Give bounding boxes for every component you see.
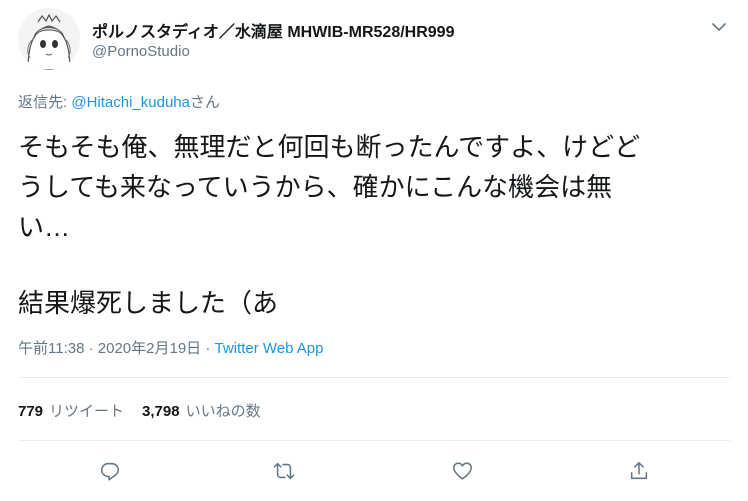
retweet-icon	[273, 462, 295, 480]
likes-label: いいねの数	[185, 403, 261, 420]
meta-separator: ·	[84, 340, 98, 357]
tweet-time[interactable]: 午前11:38	[18, 340, 84, 357]
divider	[18, 377, 730, 378]
tweet-text: そもそも俺、無理だと何回も断ったんですよ、けどど うしても来なっていうから、確か…	[18, 127, 728, 323]
user-handle[interactable]: @PornoStudio	[92, 43, 190, 60]
share-button[interactable]	[623, 455, 655, 487]
tweet-date[interactable]: 2020年2月19日	[98, 340, 201, 357]
display-name[interactable]: ポルノスタディオ／水滴屋 MHWIB-MR528/HR999	[92, 18, 454, 42]
tweet-text-line: い…	[18, 212, 71, 242]
reply-icon	[100, 462, 120, 481]
tweet-text-line: そもそも俺、無理だと何回も断ったんですよ、けどど	[18, 132, 641, 162]
divider	[18, 440, 730, 441]
reply-to-line: 返信先: @Hitachi_kuduhaさん	[18, 91, 220, 112]
chevron-down-icon	[712, 22, 726, 31]
reply-button[interactable]	[94, 455, 126, 487]
more-options-button[interactable]	[708, 16, 730, 38]
reply-to-suffix: さん	[189, 94, 220, 111]
meta-separator: ·	[201, 340, 215, 357]
tweet-stats: 779 リツイート 3,798 いいねの数	[18, 400, 261, 421]
likes-stat[interactable]: 3,798 いいねの数	[142, 400, 261, 421]
reply-to-prefix: 返信先:	[18, 94, 72, 111]
reply-mention-link[interactable]: @Hitachi_kuduha	[71, 94, 190, 111]
avatar-illustration	[18, 8, 80, 70]
tweet-text-line: 結果爆死しました（あ	[18, 288, 279, 318]
retweets-stat[interactable]: 779 リツイート	[18, 400, 124, 421]
like-button[interactable]	[446, 455, 478, 487]
tweet-text-line: うしても来なっていうから、確かにこんな機会は無	[18, 172, 613, 202]
likes-count: 3,798	[142, 403, 180, 420]
retweets-count: 779	[18, 403, 44, 420]
avatar[interactable]	[18, 8, 80, 70]
retweets-label: リツイート	[49, 403, 125, 420]
tweet-meta: 午前11:38 · 2020年2月19日 · Twitter Web App	[18, 337, 323, 358]
share-icon	[630, 461, 648, 480]
tweet-source-link[interactable]: Twitter Web App	[215, 340, 324, 357]
tweet-actions	[0, 455, 748, 487]
heart-icon	[452, 462, 472, 480]
retweet-button[interactable]	[268, 455, 300, 487]
